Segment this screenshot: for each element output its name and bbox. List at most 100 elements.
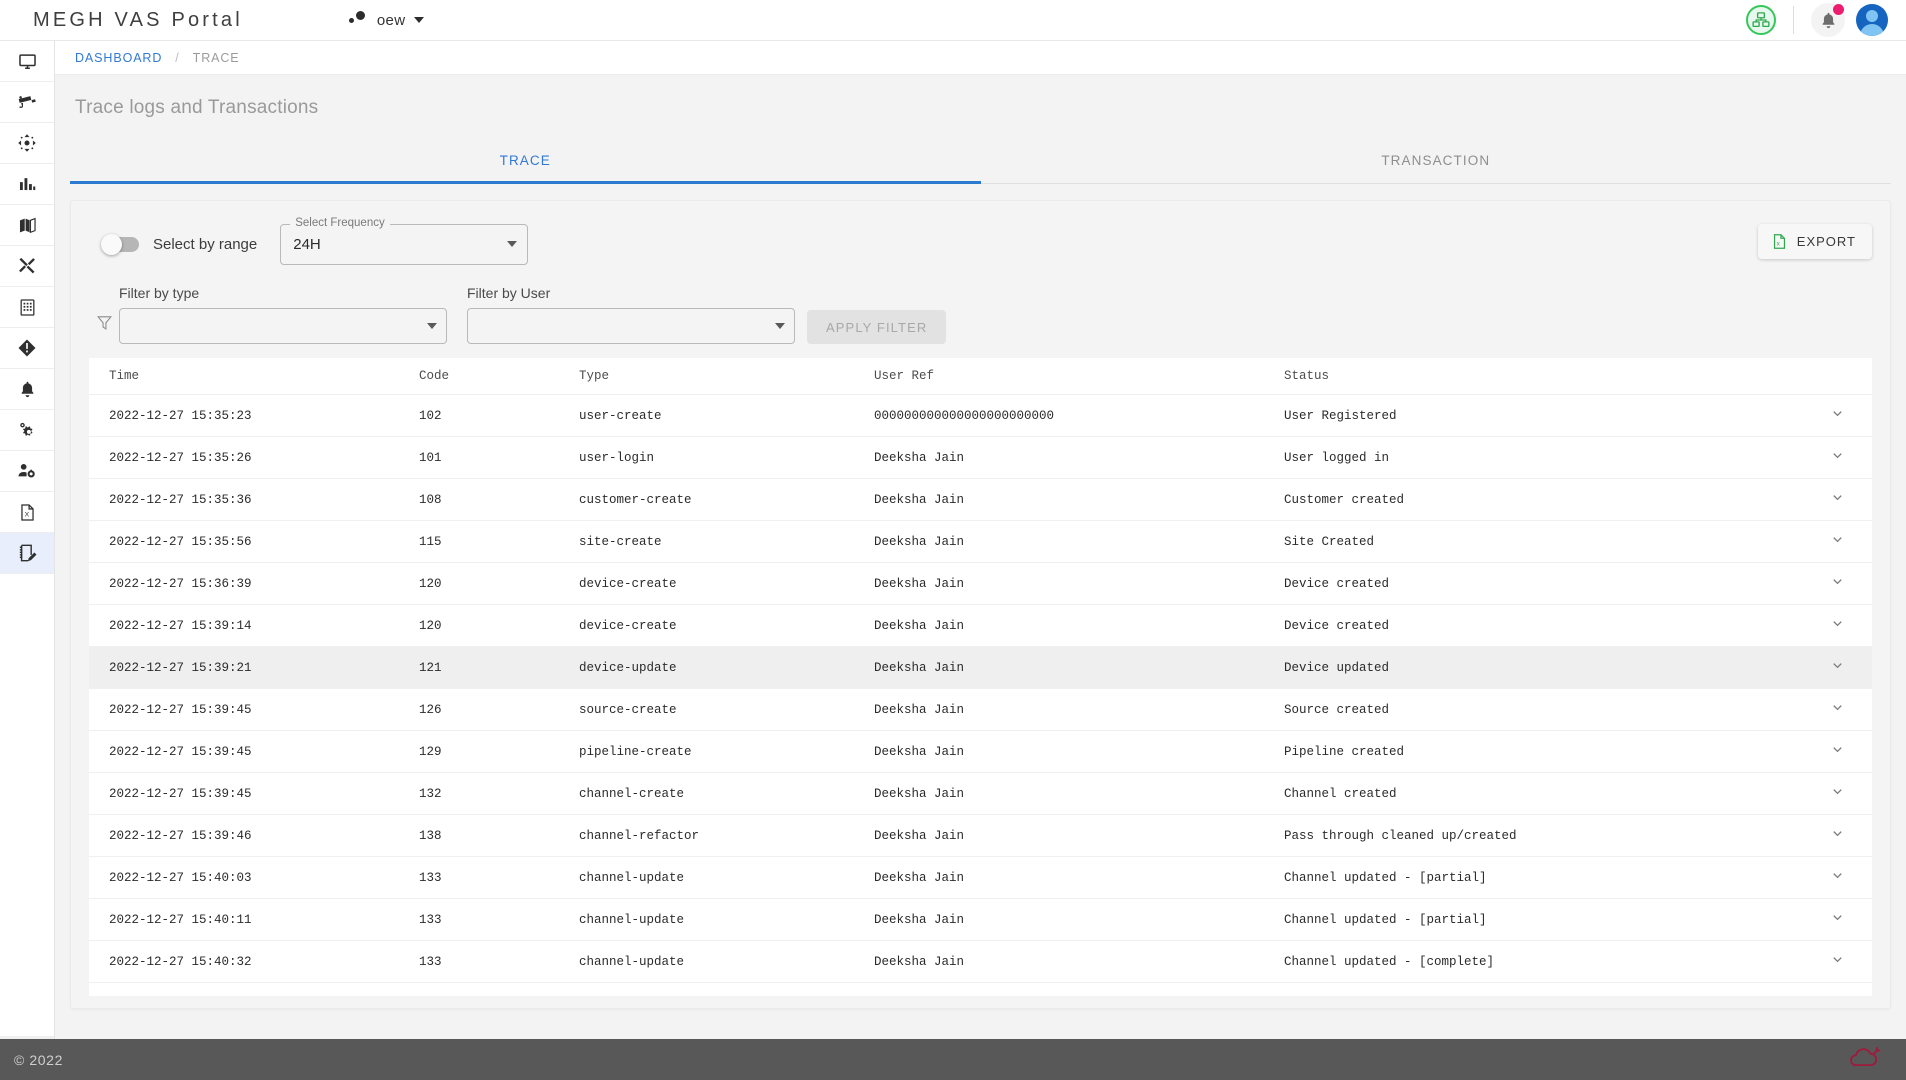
select-frequency-legend: Select Frequency bbox=[290, 217, 390, 229]
sidebar-item-map[interactable] bbox=[0, 205, 54, 246]
cell-type: site-create bbox=[579, 521, 874, 563]
table-row[interactable]: 2022-12-27 15:39:45132channel-createDeek… bbox=[89, 773, 1872, 815]
table-row[interactable]: 2022-12-27 15:39:46138channel-refactorDe… bbox=[89, 815, 1872, 857]
row-expand-button[interactable] bbox=[1802, 731, 1872, 773]
sidebar-item-sites[interactable] bbox=[0, 287, 54, 328]
row-expand-button[interactable] bbox=[1802, 941, 1872, 983]
column-header-type: Type bbox=[579, 358, 874, 395]
row-expand-button[interactable] bbox=[1802, 857, 1872, 899]
select-by-range-toggle[interactable] bbox=[103, 237, 139, 252]
cell-time: 2022-12-27 15:40:03 bbox=[89, 857, 419, 899]
table-row[interactable]: 2022-12-27 15:40:03133channel-updateDeek… bbox=[89, 857, 1872, 899]
sidebar-item-notifications[interactable] bbox=[0, 369, 54, 410]
row-expand-button[interactable] bbox=[1802, 899, 1872, 941]
table-row[interactable]: 2022-12-27 15:35:23102user-create0000000… bbox=[89, 395, 1872, 437]
cell-code: 120 bbox=[419, 605, 579, 647]
row-expand-button[interactable] bbox=[1802, 521, 1872, 563]
sidebar-item-camera[interactable] bbox=[0, 82, 54, 123]
filter-by-type-group: Filter by type bbox=[119, 285, 447, 344]
column-header-status: Status bbox=[1284, 358, 1802, 395]
row-expand-button[interactable] bbox=[1802, 563, 1872, 605]
filter-by-user-select[interactable] bbox=[467, 308, 795, 344]
chevron-down-icon bbox=[1830, 789, 1845, 803]
app-brand-title: MEGH VAS Portal bbox=[33, 9, 243, 32]
row-expand-button[interactable] bbox=[1802, 773, 1872, 815]
trace-table: Time Code Type User Ref Status 2022-12-2… bbox=[89, 358, 1872, 996]
sidebar-item-alerts[interactable] bbox=[0, 328, 54, 369]
cell-time: 2022-12-27 15:35:23 bbox=[89, 395, 419, 437]
cell-time: 2022-12-27 15:39:46 bbox=[89, 815, 419, 857]
row-expand-button[interactable] bbox=[1802, 647, 1872, 689]
export-button[interactable]: x EXPORT bbox=[1758, 224, 1872, 259]
cell-type: device-create bbox=[579, 563, 874, 605]
table-row[interactable]: 2022-12-27 15:39:45129pipeline-createDee… bbox=[89, 731, 1872, 773]
table-row[interactable]: 2022-12-27 15:35:56115site-createDeeksha… bbox=[89, 521, 1872, 563]
chevron-down-icon bbox=[1830, 705, 1845, 719]
cell-type: channel-create bbox=[579, 773, 874, 815]
sidebar-item-dashboard[interactable] bbox=[0, 41, 54, 82]
table-row[interactable]: 2022-12-27 15:36:39120device-createDeeks… bbox=[89, 563, 1872, 605]
cell-status: Site Created bbox=[1284, 521, 1802, 563]
cell-type: user-create bbox=[579, 395, 874, 437]
row-expand-button[interactable] bbox=[1802, 437, 1872, 479]
sidebar-item-trace[interactable] bbox=[0, 533, 54, 574]
cell-type: user-login bbox=[579, 437, 874, 479]
select-frequency-value: 24H bbox=[293, 236, 321, 253]
cell-code: 133 bbox=[419, 899, 579, 941]
cell-time: 2022-12-27 15:39:14 bbox=[89, 605, 419, 647]
network-devices-icon[interactable] bbox=[1746, 5, 1776, 35]
sidebar-item-settings[interactable] bbox=[0, 410, 54, 451]
chevron-down-icon bbox=[1830, 495, 1845, 509]
apply-filter-button[interactable]: APPLY FILTER bbox=[807, 310, 946, 344]
select-frequency-dropdown[interactable]: Select Frequency 24H bbox=[280, 224, 528, 265]
breadcrumb-dashboard[interactable]: DASHBOARD bbox=[75, 51, 162, 65]
row-expand-button[interactable] bbox=[1802, 605, 1872, 647]
chevron-down-icon bbox=[414, 17, 424, 23]
excel-export-icon: x bbox=[1771, 233, 1788, 250]
tab-transaction[interactable]: TRANSACTION bbox=[981, 139, 1892, 183]
row-expand-button[interactable] bbox=[1802, 689, 1872, 731]
cell-time: 2022-12-27 15:41:40 bbox=[89, 983, 419, 997]
top-bar-actions bbox=[1746, 3, 1906, 37]
filter-by-type-select[interactable] bbox=[119, 308, 447, 344]
cell-code: 133 bbox=[419, 941, 579, 983]
cell-userref: Deeksha Jain bbox=[874, 479, 1284, 521]
notification-bell-icon[interactable] bbox=[1811, 3, 1845, 37]
table-body: 2022-12-27 15:35:23102user-create0000000… bbox=[89, 395, 1872, 997]
table-row[interactable]: 2022-12-27 15:39:14120device-createDeeks… bbox=[89, 605, 1872, 647]
table-row[interactable]: 2022-12-27 15:35:26101user-loginDeeksha … bbox=[89, 437, 1872, 479]
cell-time: 2022-12-27 15:35:36 bbox=[89, 479, 419, 521]
cell-userref: Deeksha Jain bbox=[874, 815, 1284, 857]
table-row[interactable]: 2022-12-27 15:39:21121device-updateDeeks… bbox=[89, 647, 1872, 689]
sidebar-item-tools[interactable] bbox=[0, 246, 54, 287]
row-expand-button[interactable] bbox=[1802, 479, 1872, 521]
table-row[interactable]: 2022-12-27 15:39:45126source-createDeeks… bbox=[89, 689, 1872, 731]
chevron-down-icon bbox=[1830, 957, 1845, 971]
row-expand-button[interactable] bbox=[1802, 815, 1872, 857]
cell-status: Channel updated - [partial] bbox=[1284, 857, 1802, 899]
chevron-down-icon bbox=[1830, 579, 1845, 593]
breadcrumb-current: TRACE bbox=[193, 51, 240, 65]
table-row[interactable]: 2022-12-27 15:40:32133channel-updateDeek… bbox=[89, 941, 1872, 983]
table-row[interactable]: 2022-12-27 15:41:40140alert-createDeeksh… bbox=[89, 983, 1872, 997]
cell-type: device-update bbox=[579, 647, 874, 689]
chevron-down-icon bbox=[1830, 747, 1845, 761]
page-footer: © 2022 bbox=[0, 1039, 1906, 1080]
tab-trace[interactable]: TRACE bbox=[70, 139, 981, 183]
user-avatar-icon[interactable] bbox=[1856, 4, 1888, 36]
tab-bar: TRACE TRANSACTION bbox=[70, 139, 1891, 184]
sidebar-item-analytics[interactable] bbox=[0, 164, 54, 205]
cell-time: 2022-12-27 15:39:45 bbox=[89, 773, 419, 815]
cell-code: 132 bbox=[419, 773, 579, 815]
row-expand-button[interactable] bbox=[1802, 983, 1872, 997]
table-row[interactable]: 2022-12-27 15:35:36108customer-createDee… bbox=[89, 479, 1872, 521]
sidebar-item-move[interactable] bbox=[0, 123, 54, 164]
sidebar-item-reports[interactable]: X bbox=[0, 492, 54, 533]
cell-userref: Deeksha Jain bbox=[874, 605, 1284, 647]
cell-time: 2022-12-27 15:40:11 bbox=[89, 899, 419, 941]
sidebar-item-users[interactable] bbox=[0, 451, 54, 492]
org-selector[interactable]: oew bbox=[348, 11, 424, 29]
row-expand-button[interactable] bbox=[1802, 395, 1872, 437]
filter-by-type-label: Filter by type bbox=[119, 285, 447, 301]
table-row[interactable]: 2022-12-27 15:40:11133channel-updateDeek… bbox=[89, 899, 1872, 941]
